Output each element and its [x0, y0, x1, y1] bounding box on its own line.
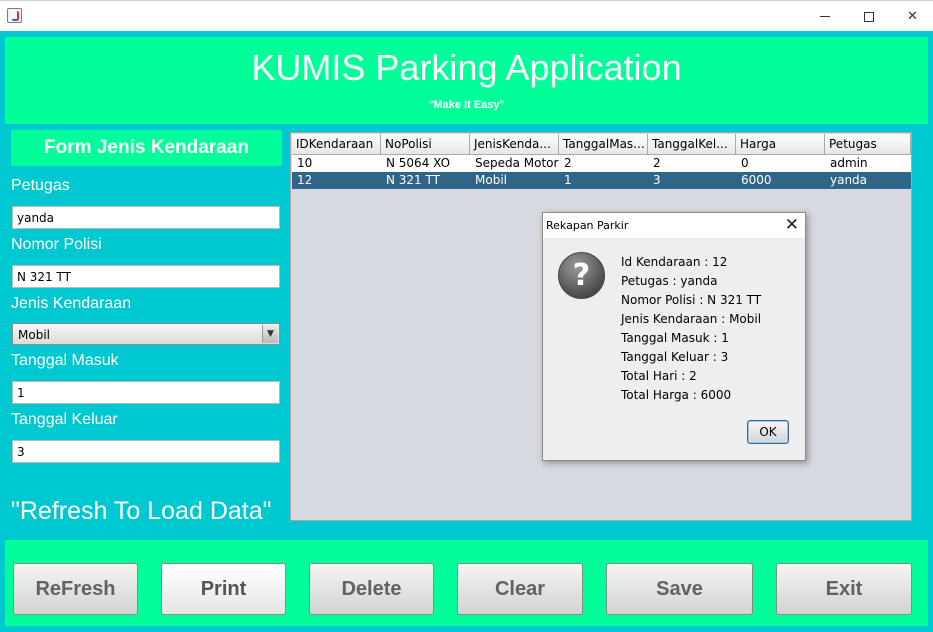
table-row[interactable]: 10 N 5064 XO Sepeda Motor 2 2 0 admin	[292, 155, 911, 172]
table-cell: Mobil	[475, 173, 507, 187]
minimize-button[interactable]	[802, 1, 847, 32]
table-cell: 0	[741, 156, 749, 170]
dialog-line: Total Harga : 6000	[621, 388, 732, 402]
header-panel: KUMIS Parking Application "Make It Easy"	[5, 37, 928, 124]
app-title: KUMIS Parking Application	[251, 47, 682, 88]
app-tagline: "Make It Easy"	[428, 99, 505, 111]
table-row-selected[interactable]: 12 N 321 TT Mobil 1 3 6000 yanda	[292, 172, 911, 189]
table-cell: 6000	[741, 173, 772, 187]
table-header: IDKendaraan NoPolisi JenisKenda... Tangg…	[292, 134, 911, 155]
column-header[interactable]: IDKendaraan	[292, 134, 381, 155]
table-cell: 2	[653, 156, 661, 170]
form-title: Form Jenis Kendaraan	[11, 130, 282, 166]
clear-button[interactable]: Clear	[457, 563, 583, 615]
tanggal-masuk-label: Tanggal Masuk	[11, 352, 119, 369]
table-cell: N 321 TT	[386, 173, 440, 187]
column-header[interactable]: Petugas	[825, 134, 911, 155]
rekapan-parkir-dialog: Rekapan Parkir ✕ ? Id Kendaraan : 12 Pet…	[542, 212, 806, 461]
dialog-line: Id Kendaraan : 12	[621, 255, 728, 269]
refresh-hint: "Refresh To Load Data"	[11, 497, 272, 525]
column-header[interactable]: JenisKenda...	[470, 134, 559, 155]
dialog-line: Petugas : yanda	[621, 274, 718, 288]
minimize-icon	[819, 16, 830, 17]
tanggal-keluar-label: Tanggal Keluar	[11, 411, 118, 428]
tanggal-masuk-field[interactable]: 1	[12, 381, 280, 404]
exit-button[interactable]: Exit	[776, 563, 912, 615]
window-titlebar: ✕	[0, 0, 933, 31]
nomor-polisi-field[interactable]: N 321 TT	[12, 265, 280, 288]
print-button[interactable]: Print	[161, 563, 286, 615]
column-header[interactable]: TanggalMas...	[559, 134, 648, 155]
jenis-kendaraan-select[interactable]: Mobil ▼	[12, 323, 280, 345]
table-cell: yanda	[830, 173, 868, 187]
chevron-down-icon[interactable]: ▼	[262, 325, 278, 343]
dialog-line: Nomor Polisi : N 321 TT	[621, 293, 762, 307]
dialog-line: Total Hari : 2	[621, 369, 697, 383]
maximize-icon	[863, 11, 874, 22]
table-cell: 3	[653, 173, 661, 187]
dialog-close-icon[interactable]: ✕	[785, 215, 799, 235]
close-window-button[interactable]: ✕	[890, 1, 933, 32]
tanggal-keluar-field[interactable]: 3	[12, 440, 280, 463]
table-cell: 10	[297, 156, 313, 170]
column-header[interactable]: TanggalKel...	[648, 134, 736, 155]
table-cell: 1	[564, 173, 572, 187]
jenis-kendaraan-label: Jenis Kendaraan	[11, 295, 132, 312]
jenis-kendaraan-value: Mobil	[18, 328, 50, 342]
table-cell: Sepeda Motor	[475, 156, 559, 170]
maximize-button[interactable]	[846, 1, 891, 32]
ok-button[interactable]: OK	[747, 420, 789, 444]
dialog-line: Tanggal Keluar : 3	[621, 350, 729, 364]
dialog-line: Tanggal Masuk : 1	[621, 331, 729, 345]
dialog-line: Jenis Kendaraan : Mobil	[621, 312, 762, 326]
table-cell: admin	[830, 156, 868, 170]
nomor-polisi-label: Nomor Polisi	[11, 236, 102, 253]
dialog-message: Id Kendaraan : 12 Petugas : yanda Nomor …	[621, 255, 761, 407]
java-app-icon	[7, 8, 22, 23]
column-header[interactable]: NoPolisi	[381, 134, 470, 155]
petugas-field[interactable]: yanda	[12, 206, 280, 229]
table-cell: 2	[564, 156, 572, 170]
table-cell: 12	[297, 173, 313, 187]
close-icon: ✕	[907, 9, 918, 24]
refresh-button[interactable]: ReFresh	[13, 563, 138, 615]
table-body: 10 N 5064 XO Sepeda Motor 2 2 0 admin 12…	[292, 155, 911, 189]
dialog-title: Rekapan Parkir	[543, 213, 805, 238]
column-header[interactable]: Harga	[736, 134, 825, 155]
table-cell: N 5064 XO	[386, 156, 451, 170]
save-button[interactable]: Save	[606, 563, 753, 615]
petugas-label: Petugas	[11, 177, 70, 194]
question-icon: ?	[558, 252, 605, 299]
delete-button[interactable]: Delete	[309, 563, 434, 615]
